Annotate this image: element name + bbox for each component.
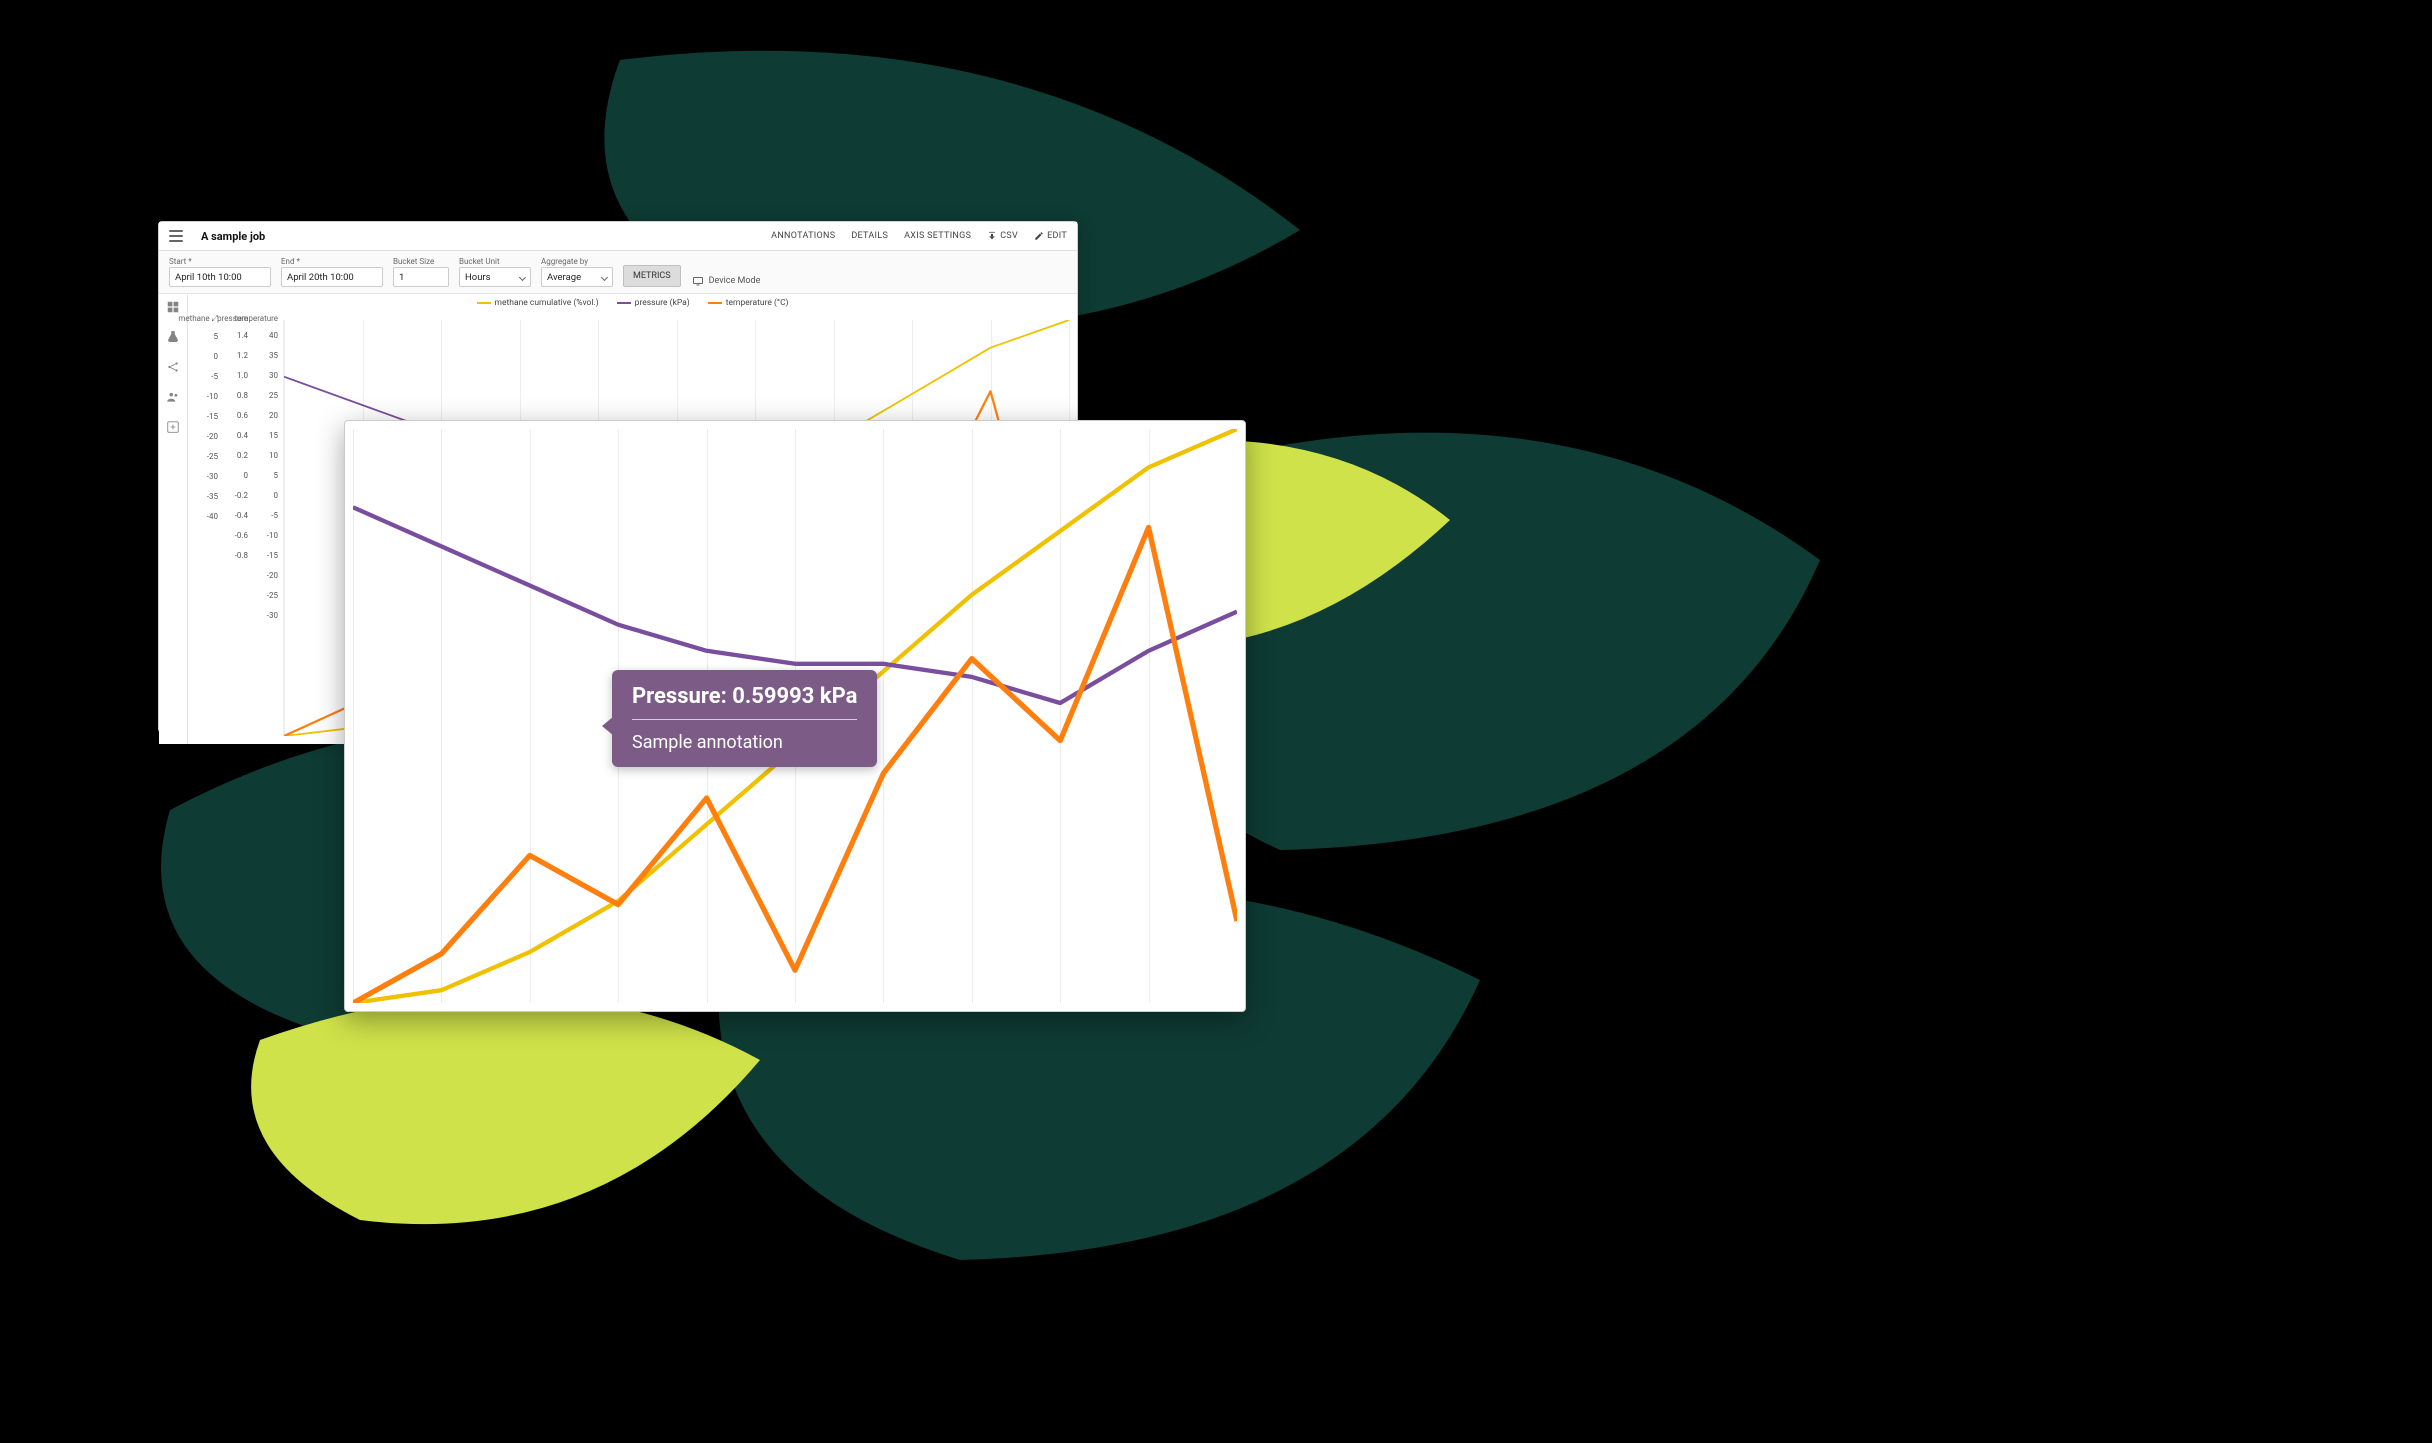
chevron-down-icon [519, 273, 526, 280]
bucket-unit-select[interactable]: Hours [459, 267, 531, 287]
device-icon [691, 275, 705, 287]
device-mode-toggle[interactable]: Device Mode [691, 275, 761, 287]
legend-item: methane cumulative (%vol.) [477, 298, 599, 308]
tooltip-title: Pressure: 0.59993 kPa [632, 684, 857, 709]
link-details[interactable]: DETAILS [851, 231, 888, 241]
chart-legend: methane cumulative (%vol.) pressure (kPa… [188, 294, 1077, 312]
end-field: End * April 20th 10:00 [281, 257, 383, 287]
bucket-unit-field: Bucket Unit Hours [459, 257, 531, 287]
bucket-size-field: Bucket Size 1 [393, 257, 449, 287]
menu-icon[interactable] [169, 230, 183, 242]
annotation-tooltip: Pressure: 0.59993 kPa Sample annotation [612, 670, 877, 767]
end-input[interactable]: April 20th 10:00 [281, 267, 383, 287]
aggregate-select[interactable]: Average [541, 267, 613, 287]
share-icon[interactable] [166, 360, 180, 374]
download-icon [987, 231, 997, 241]
legend-item: temperature (°C) [708, 298, 789, 308]
layout-icon[interactable] [166, 300, 180, 314]
edit-button[interactable]: EDIT [1034, 231, 1067, 241]
page-title: A sample job [201, 230, 265, 243]
group-icon[interactable] [166, 390, 180, 404]
axis-temperature: temperature 40 35 30 25 20 15 10 5 0 -5 … [254, 314, 278, 626]
pencil-icon [1034, 231, 1044, 241]
axis-pressure: pressure 1.4 1.2 1.0 0.8 0.6 0.4 0.2 0 -… [224, 314, 248, 626]
bucket-size-input[interactable]: 1 [393, 267, 449, 287]
start-field: Start * April 10th 10:00 [169, 257, 271, 287]
csv-button[interactable]: CSV [987, 231, 1018, 241]
link-annotations[interactable]: ANNOTATIONS [771, 231, 835, 241]
chevron-down-icon [601, 273, 608, 280]
link-axis-settings[interactable]: AXIS SETTINGS [904, 231, 971, 241]
y-axes: methane ⤢ 5 0 -5 -10 -15 -20 -25 -30 -35… [194, 314, 278, 626]
flask-icon[interactable] [166, 330, 180, 344]
tooltip-body: Sample annotation [632, 732, 857, 753]
top-bar: A sample job ANNOTATIONS DETAILS AXIS SE… [159, 222, 1077, 251]
add-icon[interactable] [166, 420, 180, 434]
aggregate-field: Aggregate by Average [541, 257, 613, 287]
controls-row: Start * April 10th 10:00 End * April 20t… [159, 251, 1077, 294]
metrics-button[interactable]: METRICS [623, 265, 681, 287]
axis-methane: methane ⤢ 5 0 -5 -10 -15 -20 -25 -30 -35… [194, 314, 218, 626]
start-input[interactable]: April 10th 10:00 [169, 267, 271, 287]
legend-item: pressure (kPa) [617, 298, 690, 308]
sidebar [159, 294, 188, 744]
